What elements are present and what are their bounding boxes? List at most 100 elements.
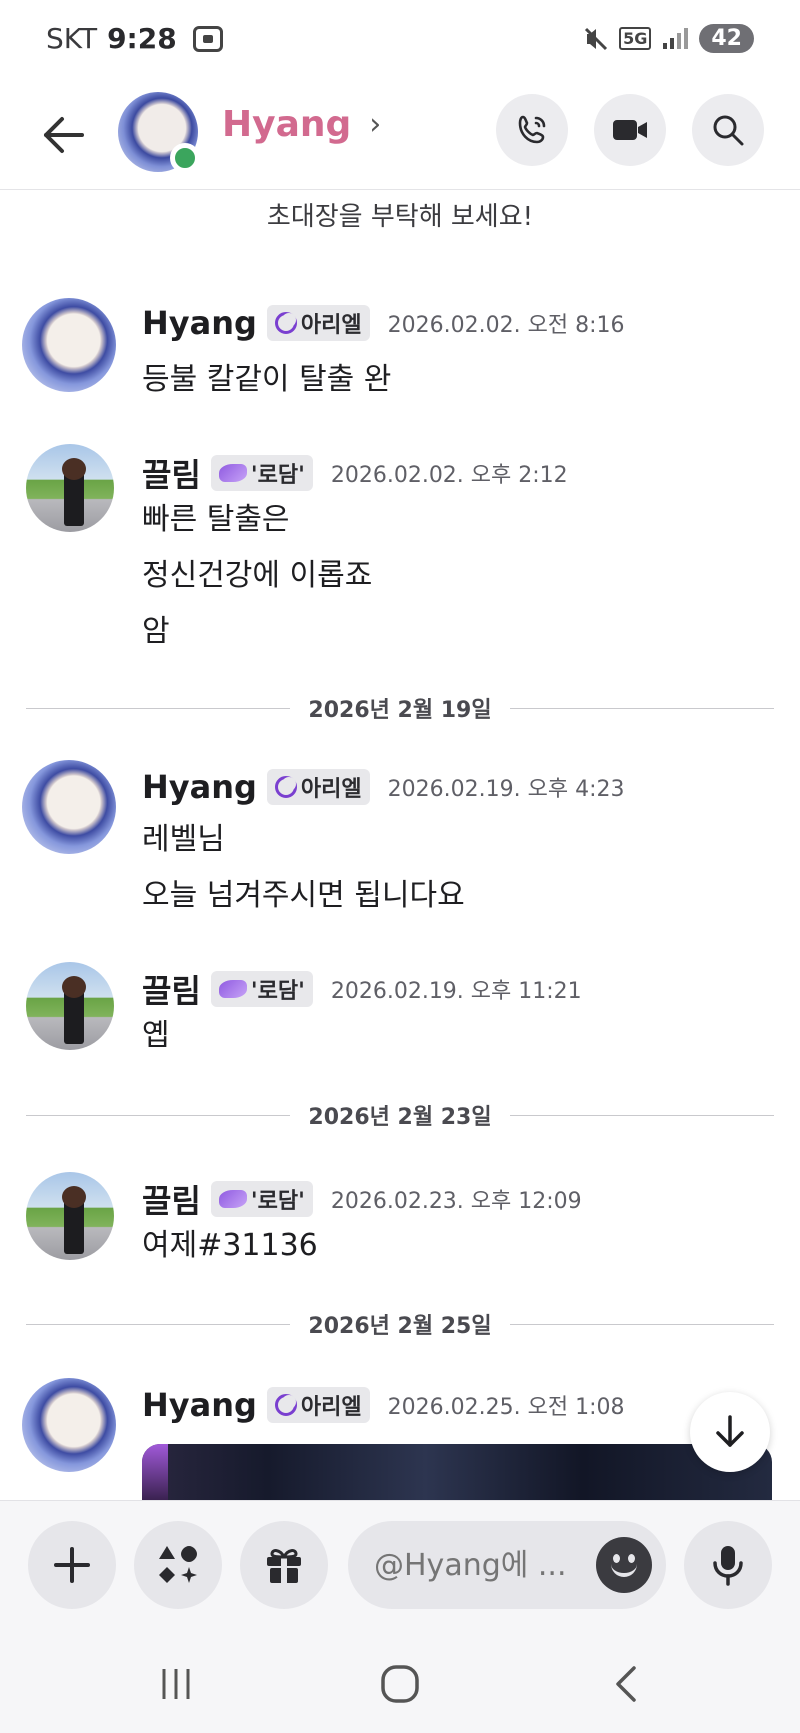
voice-call-button[interactable] bbox=[496, 94, 568, 166]
home-button[interactable] bbox=[370, 1659, 430, 1709]
video-call-button[interactable] bbox=[594, 94, 666, 166]
date-label: 2026년 2월 19일 bbox=[308, 698, 492, 723]
avatar[interactable] bbox=[22, 760, 116, 854]
timestamp: 2026.02.19. 오후 4:23 bbox=[387, 777, 625, 802]
date-divider: 2026년 2월 19일 bbox=[26, 693, 775, 723]
emoji-icon[interactable] bbox=[596, 1537, 652, 1593]
avatar[interactable] bbox=[26, 962, 114, 1050]
timestamp: 2026.02.23. 오후 12:09 bbox=[330, 1189, 582, 1214]
message-header: Hyang 아리엘 2026.02.02. 오전 8:16 bbox=[142, 304, 624, 342]
emoji-mouth bbox=[611, 1563, 637, 1577]
status-left: SKT 9:28 bbox=[46, 22, 223, 55]
divider-line bbox=[26, 707, 291, 709]
avatar[interactable] bbox=[22, 1378, 116, 1472]
server-tag[interactable]: '로담' bbox=[210, 1181, 313, 1217]
leaf-icon bbox=[218, 980, 247, 998]
apps-button[interactable] bbox=[134, 1521, 222, 1609]
video-camera-icon bbox=[613, 120, 647, 140]
message-header: 끌림 '로담' 2026.02.19. 오후 11:21 bbox=[142, 966, 582, 1012]
timestamp: 2026.02.25. 오전 1:08 bbox=[387, 1395, 625, 1420]
moon-icon bbox=[274, 1394, 297, 1416]
message-text: 빠른 탈출은 bbox=[142, 502, 290, 537]
moon-icon bbox=[274, 312, 297, 334]
battery-indicator: 42 bbox=[699, 24, 754, 53]
server-tag[interactable]: 아리엘 bbox=[266, 1387, 370, 1423]
date-divider: 2026년 2월 23일 bbox=[26, 1100, 775, 1130]
avatar-figure bbox=[62, 458, 86, 526]
avatar[interactable] bbox=[26, 1172, 114, 1260]
server-tag-label: '로담' bbox=[250, 1189, 305, 1214]
divider-line bbox=[26, 1323, 291, 1325]
username[interactable]: Hyang bbox=[142, 1386, 257, 1424]
search-button[interactable] bbox=[692, 94, 764, 166]
recent-apps-icon bbox=[162, 1669, 190, 1699]
date-label: 2026년 2월 25일 bbox=[308, 1314, 492, 1339]
home-icon bbox=[381, 1665, 419, 1703]
divider-line bbox=[509, 1114, 775, 1116]
server-tag-label: '로담' bbox=[250, 979, 305, 1004]
network-label: 5G bbox=[619, 27, 652, 50]
jump-to-latest-button[interactable] bbox=[690, 1392, 770, 1472]
moon-icon bbox=[274, 776, 297, 798]
username[interactable]: Hyang bbox=[142, 768, 257, 806]
date-label: 2026년 2월 23일 bbox=[308, 1105, 492, 1130]
leaf-icon bbox=[218, 464, 247, 482]
plus-icon bbox=[54, 1547, 90, 1583]
phone-icon bbox=[518, 115, 546, 144]
gift-icon bbox=[267, 1549, 301, 1583]
invite-hint-text: 초대장을 부탁해 보세요! bbox=[266, 202, 534, 232]
avatar[interactable] bbox=[22, 298, 116, 392]
chevron-right-icon: › bbox=[369, 107, 382, 142]
server-tag-label: 아리엘 bbox=[300, 777, 362, 802]
mute-icon bbox=[585, 27, 608, 50]
voice-message-button[interactable] bbox=[684, 1521, 772, 1609]
username[interactable]: 끌림 bbox=[142, 450, 201, 496]
message-header: Hyang 아리엘 2026.02.19. 오후 4:23 bbox=[142, 768, 624, 806]
channel-name: Hyang bbox=[222, 104, 352, 145]
server-tag[interactable]: '로담' bbox=[210, 971, 313, 1007]
arrow-down-icon bbox=[716, 1415, 744, 1447]
microphone-icon bbox=[713, 1546, 743, 1586]
message-header: 끌림 '로담' 2026.02.23. 오후 12:09 bbox=[142, 1176, 582, 1222]
leaf-icon bbox=[218, 1190, 247, 1208]
carrier-label: SKT bbox=[46, 22, 98, 55]
add-attachment-button[interactable] bbox=[28, 1521, 116, 1609]
username[interactable]: 끌림 bbox=[142, 1176, 201, 1222]
back-arrow-icon[interactable] bbox=[38, 110, 88, 160]
server-tag[interactable]: 아리엘 bbox=[266, 305, 370, 341]
message-text: 옙 bbox=[142, 1018, 170, 1053]
recent-apps-button[interactable] bbox=[146, 1659, 206, 1709]
status-right: 5G 42 bbox=[583, 24, 754, 53]
server-tag[interactable]: 아리엘 bbox=[266, 769, 370, 805]
avatar-figure bbox=[62, 1186, 86, 1254]
server-tag-label: 아리엘 bbox=[300, 1395, 362, 1420]
message-text: 암 bbox=[142, 614, 170, 649]
signal-icon bbox=[663, 27, 689, 49]
server-tag[interactable]: '로담' bbox=[210, 455, 313, 491]
gift-button[interactable] bbox=[240, 1521, 328, 1609]
divider-line bbox=[509, 1323, 775, 1325]
online-status-dot bbox=[170, 143, 200, 173]
message-text: 등불 칼같이 탈출 완 bbox=[142, 362, 392, 397]
username[interactable]: Hyang bbox=[142, 304, 257, 342]
timestamp: 2026.02.19. 오후 11:21 bbox=[330, 979, 582, 1004]
timestamp: 2026.02.02. 오전 8:16 bbox=[387, 313, 625, 338]
avatar-figure bbox=[62, 976, 86, 1044]
message-header: Hyang 아리엘 2026.02.25. 오전 1:08 bbox=[142, 1386, 624, 1424]
composer-bar bbox=[0, 1500, 800, 1635]
divider-line bbox=[509, 707, 775, 709]
channel-name-button[interactable]: Hyang › bbox=[222, 104, 381, 145]
timestamp: 2026.02.02. 오후 2:12 bbox=[330, 463, 568, 488]
message-text: 여제#31136 bbox=[142, 1228, 318, 1263]
server-tag-label: '로담' bbox=[250, 463, 305, 488]
clock: 9:28 bbox=[107, 22, 177, 55]
divider-line bbox=[26, 1114, 291, 1116]
back-button[interactable] bbox=[596, 1659, 656, 1709]
system-navigation-bar bbox=[0, 1635, 800, 1733]
channel-header: Hyang › bbox=[0, 80, 800, 190]
message-text: 정신건강에 이롭죠 bbox=[142, 558, 373, 593]
avatar[interactable] bbox=[26, 444, 114, 532]
search-icon bbox=[713, 115, 744, 146]
image-attachment[interactable] bbox=[142, 1444, 772, 1500]
username[interactable]: 끌림 bbox=[142, 966, 201, 1012]
